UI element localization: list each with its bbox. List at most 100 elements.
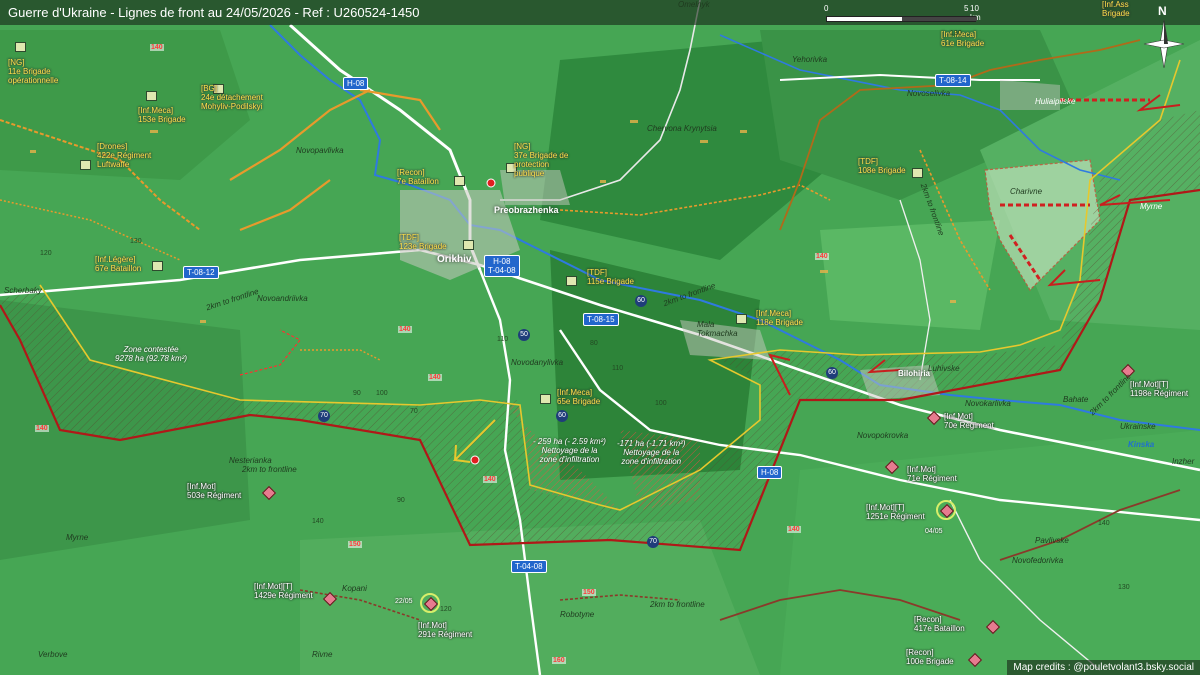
frontline-distance-label: 2km to frontline (242, 465, 297, 474)
altitude-label: 130 (1118, 584, 1130, 591)
unit-tdf-108[interactable]: [TDF] 108e Brigade (858, 157, 906, 175)
altitude-label: 120 (40, 250, 52, 257)
place-ukrainske: Ukrainske (1120, 422, 1156, 431)
altitude-label: 160 (552, 657, 566, 664)
scale-zero: 0 (824, 4, 829, 13)
unit-recon-7[interactable]: [Recon] 7e Bataillon (397, 168, 439, 186)
ua-unit-icon (566, 276, 577, 286)
route-number: 60 (826, 367, 838, 379)
unit-infmeca-61[interactable]: [Inf.Meca] 61e Brigade (941, 30, 984, 48)
unit-tdf-123[interactable]: [TDF] 123e Brigade (399, 233, 447, 251)
place-scherbaky: Scherbaky (4, 286, 42, 295)
altitude-label: 140 (815, 253, 829, 260)
altitude-label: 130 (130, 238, 142, 245)
town-bilohiria: Bilohiria (898, 369, 931, 378)
place-novokarlivka: Novokarlivka (965, 399, 1011, 408)
place-bahate: Bahate (1063, 395, 1089, 404)
ua-unit-icon (80, 160, 91, 170)
altitude-label: 140 (787, 526, 801, 533)
town-preobrazhenka: Preobrazhenka (494, 205, 559, 215)
unit-infmeca-118[interactable]: [Inf.Meca] 118e Brigade (756, 309, 803, 327)
place-verbove: Verbove (38, 650, 68, 659)
altitude-label: 140 (1098, 520, 1110, 527)
altitude-label: 140 (150, 44, 164, 51)
road-shield-t0814: T-08-14 (935, 74, 971, 87)
unit-ng-11[interactable]: [NG] 11e Brigade opérationnelle (8, 58, 58, 85)
altitude-label: 90 (397, 497, 405, 504)
north-label: N (1158, 4, 1167, 18)
place-chervona-krynytsia: Chervona Krynytsia (647, 124, 717, 133)
place-kinska: Kinska (1128, 440, 1155, 449)
altitude-label: 150 (348, 541, 362, 548)
unit-bg-24[interactable]: [BG] 24e détachement Mohyliv-Podilskyi (201, 84, 263, 111)
route-number: 70 (318, 410, 330, 422)
place-omelnyk: Omelnyk (678, 0, 710, 9)
place-pavlivske: Pavlivske (1035, 536, 1069, 545)
unit-infmeca-153[interactable]: [Inf.Meca] 153e Brigade (138, 106, 186, 124)
unit-mot-1251[interactable]: [Inf.Mot][T] 1251e Régiment (866, 503, 925, 521)
date-label: 22/05 (395, 598, 413, 605)
ua-unit-icon (736, 314, 747, 324)
altitude-label: 130 (950, 30, 962, 37)
route-number: 70 (647, 536, 659, 548)
unit-infassault[interactable]: [Inf.Ass Brigade (1102, 0, 1130, 18)
place-myrne-east: Myrne (1140, 202, 1163, 211)
altitude-label: 150 (582, 589, 596, 596)
terrain-layer (0, 0, 1200, 675)
map-credits: Map credits : @pouletvolant3.bsky.social (1007, 660, 1200, 675)
unit-mot-503[interactable]: [Inf.Mot] 503e Régiment (187, 482, 241, 500)
map-title: Guerre d'Ukraine - Lignes de front au 24… (0, 0, 1200, 25)
route-number: 60 (635, 295, 647, 307)
unit-mot-71[interactable]: [Inf.Mot] 71e Régiment (907, 465, 957, 483)
ua-unit-icon (454, 176, 465, 186)
altitude-label: 90 (353, 390, 361, 397)
place-rivne: Rivne (312, 650, 333, 659)
map-view[interactable]: Guerre d'Ukraine - Lignes de front au 24… (0, 0, 1200, 675)
altitude-label: 80 (590, 340, 598, 347)
place-robotyne: Robotyne (560, 610, 595, 619)
unit-mot-1429[interactable]: [Inf.Mot][T] 1429e Régiment (254, 582, 313, 600)
altitude-label: 110 (612, 365, 624, 372)
ua-unit-icon (15, 42, 26, 52)
road-shield-t0815: T-08-15 (583, 313, 619, 326)
road-shield-h08-t0408: H-08 T-04-08 (484, 255, 520, 277)
unit-infleg-67[interactable]: [Inf.Légère] 67e Bataillon (95, 255, 141, 273)
unit-mot-70[interactable]: [Inf.Mot] 70e Régiment (944, 412, 994, 430)
unit-drones-422[interactable]: [Drones] 422e Régiment Luftwaffe (97, 142, 151, 169)
place-myrne-west: Myrne (66, 533, 89, 542)
unit-tdf-115[interactable]: [TDF] 115e Brigade (587, 268, 634, 286)
frontline-distance-label: 2km to frontline (650, 600, 705, 609)
place-luhivske: Luhivske (928, 364, 960, 373)
altitude-label: 100 (376, 390, 388, 397)
town-orikhiv: Orikhiv (437, 254, 472, 265)
north-arrow-icon: N (1140, 2, 1188, 72)
route-number: 60 (556, 410, 568, 422)
place-novopokrovka: Novopokrovka (857, 431, 909, 440)
ua-unit-icon (146, 91, 157, 101)
place-kopani: Kopani (342, 584, 367, 593)
unit-mot-1198[interactable]: [Inf.Mot][T] 1198e Régiment (1130, 380, 1188, 398)
zone-contested-label: Zone contestée 9278 ha (92.78 km²) (115, 345, 188, 363)
place-novoandriivka: Novoandriivka (257, 294, 308, 303)
ua-unit-icon (463, 240, 474, 250)
unit-ng-37[interactable]: [NG] 37e Brigade de protection publique (514, 142, 568, 178)
unit-recon-100[interactable]: [Recon] 100e Brigade (906, 648, 954, 666)
altitude-label: 140 (398, 326, 412, 333)
place-inzhenerne: Inzher (1172, 457, 1195, 466)
place-novopavlivka: Novopavlivka (296, 146, 344, 155)
altitude-label: 120 (440, 606, 452, 613)
unit-infmeca-65[interactable]: [Inf.Meca] 65e Brigade (557, 388, 600, 406)
road-shield-t0408-south: T-04-08 (511, 560, 547, 573)
altitude-label: 140 (428, 374, 442, 381)
scale-bar: 0 5 10 km (824, 4, 991, 28)
unit-mot-291[interactable]: [Inf.Mot] 291e Régiment (418, 621, 472, 639)
altitude-label: 140 (483, 476, 497, 483)
unit-recon-417[interactable]: [Recon] 417e Bataillon (914, 615, 965, 633)
place-mala-tokmachka: Mala Tokmachka (697, 320, 738, 338)
place-novodanylivka: Novodanylivka (511, 358, 564, 367)
ua-unit-icon (152, 261, 163, 271)
road-shield-h08-east: H-08 (757, 466, 783, 479)
altitude-label: 140 (35, 425, 49, 432)
scale-mid: 5 (964, 4, 969, 13)
place-huliaipilske: Huliaipilske (1035, 97, 1076, 106)
